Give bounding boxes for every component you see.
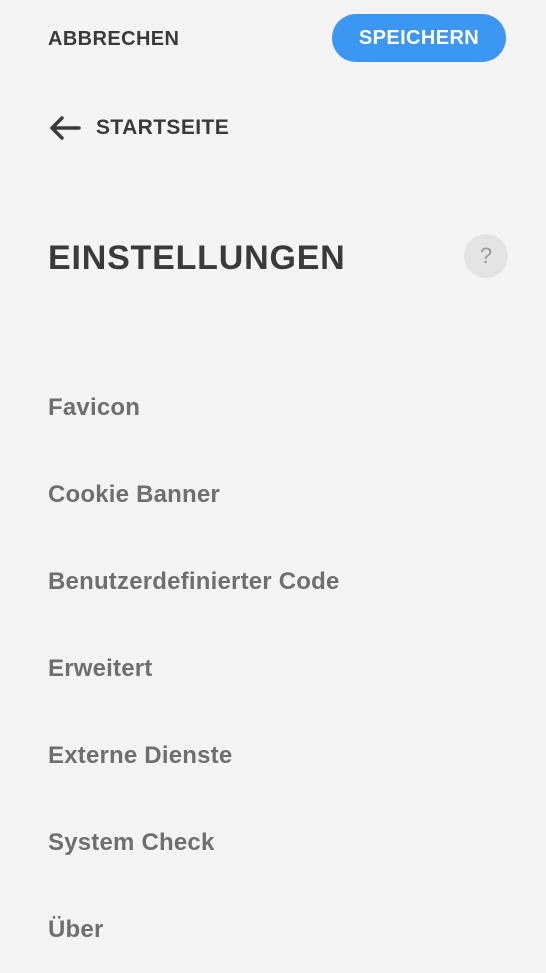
menu-item-label: Cookie Banner bbox=[48, 480, 220, 508]
menu-item-favicon[interactable]: Favicon bbox=[0, 364, 546, 451]
arrow-left-icon bbox=[48, 114, 82, 142]
menu-item-cookie-banner[interactable]: Cookie Banner bbox=[0, 451, 546, 538]
menu-item-custom-code[interactable]: Benutzerdefinierter Code bbox=[0, 538, 546, 625]
menu-item-label: Externe Dienste bbox=[48, 741, 233, 769]
back-link-label: STARTSEITE bbox=[96, 116, 230, 139]
menu-item-external-services[interactable]: Externe Dienste bbox=[0, 712, 546, 799]
menu-item-system-check[interactable]: System Check bbox=[0, 799, 546, 886]
cancel-button[interactable]: ABBRECHEN bbox=[48, 25, 179, 53]
menu-item-label: Erweitert bbox=[48, 654, 153, 682]
top-bar: ABBRECHEN SPEICHERN bbox=[0, 0, 546, 80]
menu-item-about[interactable]: Über bbox=[0, 886, 546, 973]
menu-item-label: Benutzerdefinierter Code bbox=[48, 567, 340, 595]
menu-item-advanced[interactable]: Erweitert bbox=[0, 625, 546, 712]
back-to-home-link[interactable]: STARTSEITE bbox=[48, 112, 229, 144]
help-button[interactable]: ? bbox=[464, 234, 508, 278]
menu-item-label: System Check bbox=[48, 828, 215, 856]
menu-item-label: Über bbox=[48, 915, 104, 943]
save-button[interactable]: SPEICHERN bbox=[332, 14, 506, 62]
settings-menu: Favicon Cookie Banner Benutzerdefinierte… bbox=[0, 364, 546, 973]
menu-item-label: Favicon bbox=[48, 393, 141, 421]
page-title: EINSTELLUNGEN bbox=[48, 239, 346, 277]
